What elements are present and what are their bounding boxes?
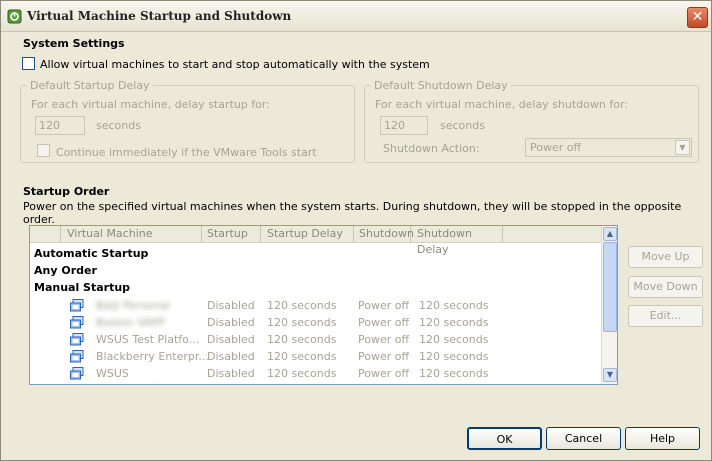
- startup-delay-group: Default Startup Delay For each virtual m…: [20, 79, 355, 163]
- shutdown-action-value: Power off: [530, 141, 582, 154]
- table-row[interactable]: Blackberry Enterpr... Disabled 120 seconds…: [30, 349, 602, 366]
- move-up-button[interactable]: Move Up: [628, 246, 703, 268]
- shutdown-delay-legend: Default Shutdown Delay: [371, 79, 511, 92]
- vm-name-cell: Boston VAPP: [96, 316, 166, 329]
- close-button[interactable]: ✕: [687, 7, 708, 28]
- vm-name-cell: WSUS Test Platfo...: [96, 333, 200, 346]
- shutdown-delay-cell: 120 seconds: [419, 333, 489, 346]
- dialog-window: Virtual Machine Startup and Shutdown ✕ S…: [0, 0, 712, 461]
- startup-order-heading: Startup Order: [23, 185, 110, 198]
- virtual-machine-icon: [70, 350, 84, 363]
- table-row[interactable]: Balji Personal Disabled 120 seconds Power o…: [30, 298, 602, 315]
- shutdown-delay-input[interactable]: 120: [380, 116, 428, 135]
- virtual-machine-icon: [70, 333, 84, 346]
- chevron-down-icon: ▼: [675, 140, 690, 155]
- shutdown-cell: Power off: [358, 333, 410, 346]
- list-scrollbar[interactable]: ▲ ▼: [601, 226, 617, 384]
- allow-auto-start-label[interactable]: Allow virtual machines to start and stop…: [40, 58, 430, 71]
- continue-immediately-checkbox[interactable]: [37, 144, 50, 157]
- startup-delay-input[interactable]: 120: [35, 116, 85, 135]
- col-header-shutdown[interactable]: Shutdown: [354, 226, 414, 243]
- virtual-machine-icon: [70, 316, 84, 329]
- shutdown-delay-description: For each virtual machine, delay shutdown…: [375, 98, 628, 111]
- vm-name-cell: Exchange Server: [96, 384, 189, 385]
- shutdown-action-label: Shutdown Action:: [383, 142, 480, 155]
- table-row[interactable]: Exchange Server Disabled 120 seconds Power …: [30, 383, 602, 385]
- startup-cell: Disabled: [207, 333, 255, 346]
- virtual-machine-icon: [70, 384, 84, 385]
- allow-auto-start-checkbox[interactable]: [22, 57, 35, 70]
- vm-name-cell: WSUS: [96, 367, 129, 380]
- vm-name-cell: Blackberry Enterpr...: [96, 350, 209, 363]
- col-header-vm[interactable]: Virtual Machine: [62, 226, 202, 243]
- startup-delay-cell: 120 seconds: [267, 316, 337, 329]
- shutdown-delay-cell: 120 seconds: [419, 316, 489, 329]
- table-row[interactable]: WSUS Test Platfo... Disabled 120 seconds Po…: [30, 332, 602, 349]
- vm-name-cell: Balji Personal: [96, 299, 170, 312]
- continue-immediately-label[interactable]: Continue immediately if the VMware Tools…: [56, 146, 317, 159]
- scroll-down-icon[interactable]: ▼: [603, 368, 617, 382]
- startup-cell: Disabled: [207, 384, 255, 385]
- startup-delay-legend: Default Startup Delay: [27, 79, 153, 92]
- startup-delay-cell: 120 seconds: [267, 299, 337, 312]
- virtual-machine-icon: [70, 299, 84, 312]
- startup-cell: Disabled: [207, 350, 255, 363]
- title-bar[interactable]: Virtual Machine Startup and Shutdown ✕: [1, 1, 711, 32]
- system-settings-heading: System Settings: [23, 37, 125, 50]
- shutdown-cell: Power off: [358, 367, 410, 380]
- table-row[interactable]: Boston VAPP Disabled 120 seconds Power off 1…: [30, 315, 602, 332]
- startup-cell: Disabled: [207, 316, 255, 329]
- startup-cell: Disabled: [207, 299, 255, 312]
- col-header-spacer: [30, 226, 61, 243]
- shutdown-delay-cell: 120 seconds: [419, 367, 489, 380]
- startup-order-list[interactable]: Virtual Machine Startup Startup Delay Sh…: [29, 225, 618, 385]
- scroll-thumb[interactable]: [603, 242, 617, 332]
- startup-delay-cell: 120 seconds: [267, 350, 337, 363]
- startup-cell: Disabled: [207, 367, 255, 380]
- scroll-up-icon[interactable]: ▲: [603, 227, 617, 241]
- shutdown-cell: Power off: [358, 350, 410, 363]
- col-header-shutdown-delay[interactable]: Shutdown Delay: [412, 226, 503, 256]
- group-any-order[interactable]: Any Order: [34, 264, 97, 277]
- vm-startup-icon: [7, 9, 22, 24]
- shutdown-cell: Power off: [358, 316, 410, 329]
- list-header: Virtual Machine Startup Startup Delay Sh…: [30, 226, 602, 256]
- group-automatic-startup[interactable]: Automatic Startup: [34, 247, 148, 260]
- ok-button[interactable]: OK: [467, 427, 542, 450]
- table-row[interactable]: WSUS Disabled 120 seconds Power off 120 seco…: [30, 366, 602, 383]
- shutdown-delay-group: Default Shutdown Delay For each virtual …: [364, 79, 699, 163]
- help-button[interactable]: Help: [625, 427, 700, 450]
- shutdown-cell: Power off: [358, 384, 409, 385]
- group-manual-startup[interactable]: Manual Startup: [34, 281, 130, 294]
- edit-button[interactable]: Edit...: [628, 305, 703, 327]
- shutdown-delay-cell: 120 seconds: [419, 350, 489, 363]
- shutdown-delay-unit: seconds: [440, 119, 485, 132]
- col-header-startup-delay[interactable]: Startup Delay: [262, 226, 354, 243]
- shutdown-action-select[interactable]: Power off ▼: [525, 138, 692, 157]
- shutdown-delay-cell: 120 seconds: [419, 299, 489, 312]
- startup-delay-unit: seconds: [96, 119, 141, 132]
- startup-delay-cell: 120 seconds: [267, 384, 336, 385]
- virtual-machine-icon: [70, 367, 84, 380]
- close-icon: ✕: [691, 9, 704, 25]
- shutdown-delay-cell: 120 seconds: [419, 384, 488, 385]
- startup-delay-description: For each virtual machine, delay startup …: [31, 98, 270, 111]
- startup-order-description: Power on the specified virtual machines …: [23, 200, 682, 226]
- startup-delay-cell: 120 seconds: [267, 333, 337, 346]
- startup-delay-cell: 120 seconds: [267, 367, 337, 380]
- move-down-button[interactable]: Move Down: [628, 276, 703, 298]
- col-header-startup[interactable]: Startup: [202, 226, 261, 243]
- window-title: Virtual Machine Startup and Shutdown: [27, 9, 292, 23]
- shutdown-cell: Power off: [358, 299, 410, 312]
- cancel-button[interactable]: Cancel: [546, 427, 621, 450]
